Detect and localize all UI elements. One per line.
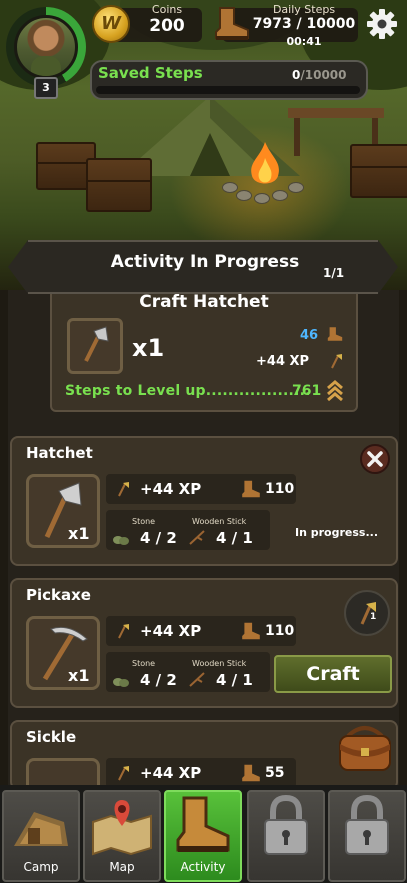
boot-icon — [176, 796, 230, 852]
coins-label: Coins — [151, 3, 183, 16]
boot-icon — [327, 327, 343, 341]
boot-icon — [215, 7, 249, 40]
recipe-xp: +44 XP — [140, 764, 202, 782]
steps-to-level-up-label: Steps to Level up................... — [65, 383, 311, 399]
campfire-icon — [251, 142, 279, 184]
resource-value: 4 / 1 — [216, 529, 253, 547]
required-level-badge — [344, 590, 390, 636]
recipe-title: Pickaxe — [26, 586, 91, 604]
recipe-steps: 55 — [265, 765, 285, 781]
recipe-quantity: x1 — [68, 524, 90, 543]
activity-steps: 46 — [300, 328, 319, 343]
activity-header: Activity In Progress — [110, 252, 300, 272]
close-icon — [367, 451, 383, 467]
lock-icon — [264, 794, 308, 855]
recipe-title: Sickle — [26, 728, 77, 746]
daily-steps-label: Daily Steps — [272, 3, 336, 16]
recipe-card-hatchet: Hatchet x1 +44 XP 110 Stone Wooden Stick… — [10, 436, 398, 566]
xp-icon — [118, 482, 129, 497]
recipe-title: Hatchet — [26, 444, 93, 462]
activity-item-slot — [67, 318, 123, 374]
avatar[interactable] — [14, 15, 78, 79]
hatchet-icon — [84, 326, 109, 362]
satchel-icon[interactable] — [336, 722, 394, 774]
coins-value: 200 — [149, 16, 185, 36]
activity-xp: +44 XP — [256, 354, 310, 369]
cancel-button[interactable] — [360, 444, 390, 474]
recipe-xp: +44 XP — [140, 480, 202, 498]
activity-item-name: Craft Hatchet — [139, 292, 269, 312]
resource-label: Wooden Stick — [192, 517, 247, 526]
nav-label-activity: Activity — [180, 860, 226, 874]
steps-to-level-up-value: 761 — [292, 383, 322, 399]
recipe-quantity: x1 — [68, 666, 90, 685]
resource-value: 4 / 2 — [140, 671, 177, 689]
map-icon — [92, 800, 152, 856]
resource-label: Wooden Stick — [192, 659, 247, 668]
boot-icon — [242, 764, 260, 782]
xp-icon — [331, 354, 342, 369]
nav-label-camp: Camp — [23, 860, 59, 874]
nav-tab-locked-1[interactable] — [247, 790, 325, 882]
saved-steps-label: Saved Steps — [98, 64, 203, 82]
nav-tab-locked-2[interactable] — [328, 790, 406, 882]
required-level-value: 1 — [370, 612, 377, 622]
lock-icon — [345, 794, 389, 855]
daily-steps-value: 7973 / 10000 — [252, 16, 356, 32]
recipe-status: In progress... — [295, 526, 378, 539]
resource-value: 4 / 1 — [216, 671, 253, 689]
resource-label: Stone — [132, 659, 156, 668]
nav-label-map: Map — [109, 860, 135, 874]
stone-icon — [113, 678, 129, 687]
boot-icon — [242, 480, 260, 498]
gear-icon[interactable] — [366, 8, 398, 40]
wooden-stick-icon — [189, 672, 205, 687]
wooden-stick-icon — [189, 530, 205, 545]
craft-button[interactable]: Craft — [274, 655, 392, 693]
xp-icon — [360, 602, 376, 625]
recipe-xp: +44 XP — [140, 622, 202, 640]
saved-steps-value: 0/10000 — [292, 68, 347, 82]
rank-chevron-icon — [327, 380, 343, 402]
camp-icon — [14, 812, 68, 846]
level-badge: 3 — [34, 77, 58, 99]
xp-icon — [118, 624, 129, 639]
timer: 00:41 — [286, 35, 322, 48]
recipe-steps: 110 — [265, 481, 295, 497]
resource-value: 4 / 2 — [140, 529, 177, 547]
coin-icon: W — [92, 5, 130, 43]
activity-quantity: x1 — [132, 334, 165, 362]
xp-icon — [118, 766, 129, 781]
recipe-steps: 110 — [265, 623, 295, 639]
boot-icon — [242, 622, 260, 640]
stone-icon — [113, 536, 129, 545]
activity-count: 1/1 — [323, 266, 345, 280]
resource-label: Stone — [132, 517, 156, 526]
saved-steps-track — [96, 86, 360, 94]
saved-steps-max: /10000 — [300, 68, 347, 82]
